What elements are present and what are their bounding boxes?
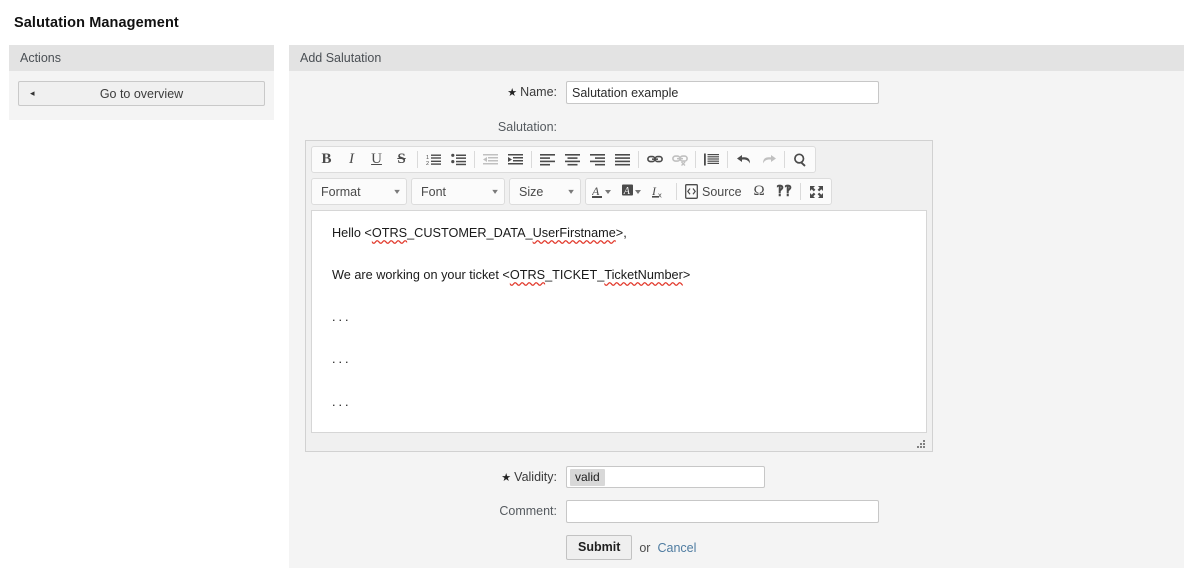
link-icon[interactable] xyxy=(642,148,667,171)
add-salutation-header: Add Salutation xyxy=(289,45,1184,71)
rich-text-editor: B I U S 12 Format ▾ Font ▾ Size ▾ A A I … xyxy=(305,140,933,452)
background-color-icon[interactable]: A xyxy=(618,180,648,203)
source-button[interactable]: Source xyxy=(680,180,747,203)
editor-paragraph-5: ... xyxy=(332,394,352,409)
go-to-overview-button[interactable]: ◂ Go to overview xyxy=(18,81,265,106)
undo-icon[interactable] xyxy=(731,148,756,171)
editor-paragraph-3: ... xyxy=(332,310,352,325)
validity-selected-value: valid xyxy=(570,468,605,486)
strikethrough-icon[interactable]: S xyxy=(389,148,414,171)
comment-label: Comment: xyxy=(499,504,557,518)
special-character-icon[interactable]: Ω xyxy=(747,180,772,203)
format-combo[interactable]: Format ▾ xyxy=(311,178,407,205)
maximize-icon[interactable] xyxy=(804,180,829,203)
indent-icon[interactable] xyxy=(503,148,528,171)
align-left-icon[interactable] xyxy=(535,148,560,171)
toolbar-separator xyxy=(474,151,475,168)
submit-button[interactable]: Submit xyxy=(566,535,633,560)
size-combo[interactable]: Size ▾ xyxy=(509,178,581,205)
name-label: ★ Name: xyxy=(507,85,557,99)
caret-left-icon: ◂ xyxy=(30,88,35,98)
format-combo-label: Format xyxy=(321,184,361,199)
page-layout: Actions ◂ Go to overview Add Salutation … xyxy=(0,42,1200,568)
editor-toolbar-row-1: B I U S 12 xyxy=(311,146,927,173)
numbered-list-icon[interactable]: 12 xyxy=(421,148,446,171)
outdent-icon[interactable] xyxy=(478,148,503,171)
chevron-down-icon: ▾ xyxy=(394,187,400,196)
validity-row: ★ Validity: valid xyxy=(289,452,1184,489)
toolbar-separator xyxy=(784,151,785,168)
comment-input[interactable] xyxy=(566,500,879,523)
align-right-icon[interactable] xyxy=(585,148,610,171)
required-star-icon: ★ xyxy=(507,87,518,99)
required-star-icon: ★ xyxy=(501,472,512,484)
editor-paragraph-4: ... xyxy=(332,352,352,367)
find-icon[interactable] xyxy=(788,148,813,171)
otrs-tag-token: OTRS xyxy=(371,226,408,240)
toolbar-separator xyxy=(417,151,418,168)
toolbar-separator xyxy=(727,151,728,168)
svg-text:2: 2 xyxy=(426,161,429,166)
name-field-wrap xyxy=(566,81,1184,104)
submit-row: Submit or Cancel xyxy=(289,523,1184,560)
otrs-tag-token: TicketNumber xyxy=(604,268,683,283)
toolbar-separator xyxy=(676,183,677,200)
remove-format-icon[interactable]: Ix xyxy=(648,180,673,203)
otrs-tag-token: OTRS xyxy=(509,268,546,283)
align-center-icon[interactable] xyxy=(560,148,585,171)
source-icon xyxy=(685,184,698,199)
validity-field-wrap: valid xyxy=(566,466,1184,488)
comment-row: Comment: xyxy=(289,489,1184,523)
editor-paragraph-1: Hello <OTRS_CUSTOMER_DATA_UserFirstname>… xyxy=(332,226,627,240)
validity-label: ★ Validity: xyxy=(501,470,557,484)
bold-icon[interactable]: B xyxy=(314,148,339,171)
toolbar-separator xyxy=(531,151,532,168)
editor-paragraph-2: We are working on your ticket <OTRS_TICK… xyxy=(332,268,691,283)
svg-text:A: A xyxy=(623,186,631,197)
editor-content-area[interactable]: Hello <OTRS_CUSTOMER_DATA_UserFirstname>… xyxy=(311,210,927,433)
toolbar-separator xyxy=(638,151,639,168)
font-combo[interactable]: Font ▾ xyxy=(411,178,505,205)
go-to-overview-label: Go to overview xyxy=(99,86,184,101)
resize-handle-icon[interactable] xyxy=(915,438,926,449)
add-salutation-panel: Add Salutation ★Name: Salutation: B I U xyxy=(289,45,1184,568)
submit-actions: Submit or Cancel xyxy=(566,535,1184,560)
bulleted-list-icon[interactable] xyxy=(446,148,471,171)
svg-text:I: I xyxy=(652,184,657,198)
size-combo-label: Size xyxy=(519,184,544,199)
editor-toolbar-group-basicstyles: B I U S 12 xyxy=(311,146,816,173)
svg-text:x: x xyxy=(658,191,662,200)
redo-icon[interactable] xyxy=(756,148,781,171)
page-title: Salutation Management xyxy=(14,15,179,31)
chevron-down-icon: ▾ xyxy=(568,187,574,196)
toolbar-separator xyxy=(695,151,696,168)
name-row: ★ Name: xyxy=(289,71,1184,104)
chevron-down-icon: ▾ xyxy=(492,187,498,196)
italic-icon[interactable]: I xyxy=(339,148,364,171)
editor-footer xyxy=(311,433,927,451)
editor-toolbar-group-colors: A A Ix Source Ω ‽‽ xyxy=(585,178,832,205)
name-input[interactable] xyxy=(566,81,879,104)
validity-select[interactable]: valid xyxy=(566,466,765,488)
comment-field-wrap xyxy=(566,500,1184,523)
salutation-label: Salutation: xyxy=(497,120,557,134)
cancel-link[interactable]: Cancel xyxy=(657,541,696,555)
actions-body: ◂ Go to overview xyxy=(9,71,274,120)
actions-header: Actions xyxy=(9,45,274,71)
blockquote-icon[interactable] xyxy=(699,148,724,171)
salutation-row: Salutation: xyxy=(289,104,1184,138)
editor-toolbar-row-2: Format ▾ Font ▾ Size ▾ A A I x Source Ω … xyxy=(311,178,927,205)
font-combo-label: Font xyxy=(421,184,447,199)
svg-text:A: A xyxy=(592,184,600,198)
otrs-tag-token: UserFirstname xyxy=(532,226,616,240)
unlink-icon[interactable] xyxy=(667,148,692,171)
text-color-icon[interactable]: A xyxy=(588,180,618,203)
source-label: Source xyxy=(702,184,742,199)
align-justify-icon[interactable] xyxy=(610,148,635,171)
show-blocks-icon[interactable]: ‽‽ xyxy=(772,180,797,203)
or-label: or xyxy=(639,540,651,555)
actions-sidebar: Actions ◂ Go to overview xyxy=(9,45,274,120)
toolbar-separator xyxy=(799,183,801,200)
underline-icon[interactable]: U xyxy=(364,148,389,171)
